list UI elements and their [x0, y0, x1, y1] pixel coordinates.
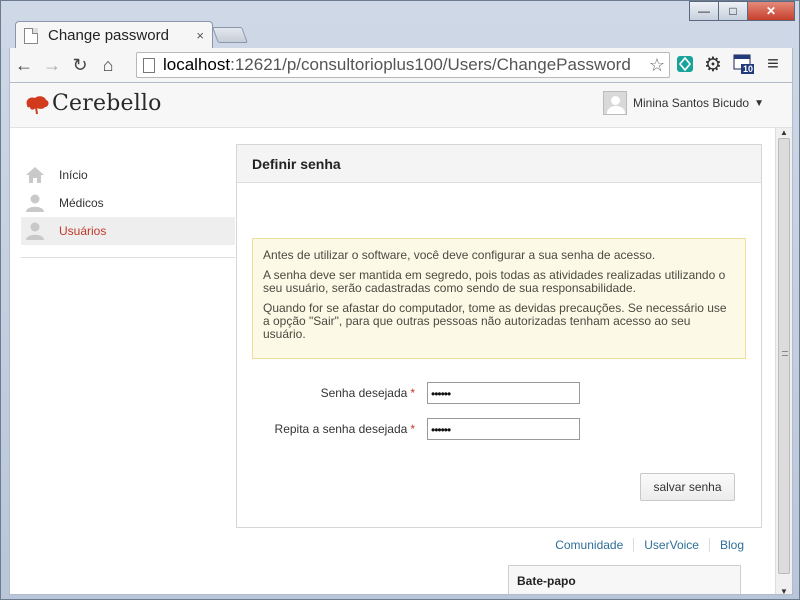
- brain-logo-icon: [24, 95, 50, 114]
- password-input[interactable]: ••••••: [427, 382, 580, 404]
- change-password-panel: Definir senha Antes de utilizar o softwa…: [236, 144, 762, 528]
- scroll-up-icon[interactable]: ▲: [780, 128, 788, 137]
- link-uservoice[interactable]: UserVoice: [633, 538, 709, 552]
- confirm-password-input[interactable]: ••••••: [427, 418, 580, 440]
- notice-paragraph: Antes de utilizar o software, você deve …: [263, 248, 656, 262]
- browser-window: Change password × — □ ✕ ← → ↻ ⌂ localhos…: [0, 0, 800, 600]
- maximize-button[interactable]: □: [718, 1, 748, 21]
- required-mark: *: [410, 422, 415, 436]
- url-path: :12621/p/consultorioplus100/Users/Change…: [230, 55, 631, 74]
- footer-links: Comunidade UserVoice Blog: [545, 538, 754, 552]
- home-icon: [25, 166, 45, 184]
- url-host: localhost: [163, 55, 231, 74]
- home-button[interactable]: ⌂: [94, 55, 122, 76]
- sidebar-item-medicos[interactable]: Médicos: [21, 189, 235, 217]
- extension-shield-icon[interactable]: [674, 53, 696, 75]
- password-label: Senha desejada *: [320, 386, 415, 400]
- chrome-menu-icon[interactable]: ≡: [762, 53, 784, 75]
- new-tab-button[interactable]: [212, 27, 248, 43]
- password-row: Senha desejada * ••••••: [237, 382, 763, 406]
- extension-badge-count: 10: [742, 64, 753, 74]
- sidebar-item-label: Usuários: [59, 224, 107, 238]
- sidebar-divider: [21, 257, 235, 258]
- calendar-extension-icon[interactable]: 10: [732, 53, 754, 75]
- back-button[interactable]: ←: [10, 55, 38, 76]
- minimize-button[interactable]: —: [689, 1, 719, 21]
- notice-paragraph: A senha deve ser mantida em segredo, poi…: [263, 268, 726, 295]
- settings-gear-icon[interactable]: ⚙: [702, 53, 724, 76]
- app-header: Cerebello Minina Santos Bicudo ▼: [10, 83, 792, 128]
- avatar: [603, 91, 628, 115]
- notice-paragraph: Quando for se afastar do computador, tom…: [263, 301, 727, 341]
- chevron-down-icon: ▼: [754, 97, 764, 109]
- user-icon: [25, 222, 45, 240]
- close-window-button[interactable]: ✕: [747, 1, 795, 21]
- browser-toolbar: ← → ↻ ⌂ localhost:12621/p/consultorioplu…: [9, 48, 793, 82]
- window-controls: — □ ✕: [689, 1, 795, 21]
- page-favicon-icon: [24, 27, 38, 44]
- reload-button[interactable]: ↻: [66, 55, 94, 76]
- confirm-password-row: Repita a senha desejada * ••••••: [237, 418, 763, 442]
- scroll-down-icon[interactable]: ▼: [780, 587, 788, 594]
- link-blog[interactable]: Blog: [708, 538, 754, 552]
- brand-name: Cerebello: [52, 91, 162, 116]
- user-name: Minina Santos Bicudo: [633, 96, 750, 110]
- panel-title: Definir senha: [237, 145, 761, 183]
- password-notice: Antes de utilizar o software, você deve …: [252, 238, 746, 359]
- sidebar: Início Médicos Usuários: [21, 161, 235, 258]
- tab-close-icon[interactable]: ×: [196, 28, 204, 43]
- sidebar-item-label: Início: [59, 168, 88, 182]
- sidebar-item-inicio[interactable]: Início: [21, 161, 235, 189]
- save-password-button[interactable]: salvar senha: [640, 473, 735, 501]
- user-menu[interactable]: Minina Santos Bicudo ▼: [603, 91, 764, 115]
- tab-title: Change password: [48, 27, 169, 44]
- scroll-grip: [782, 351, 788, 356]
- browser-tab[interactable]: Change password ×: [15, 21, 213, 49]
- forward-button[interactable]: →: [38, 55, 66, 76]
- cerebello-logo[interactable]: Cerebello: [24, 91, 162, 116]
- tab-strip: Change password × — □ ✕: [1, 1, 800, 49]
- address-bar[interactable]: localhost:12621/p/consultorioplus100/Use…: [136, 52, 670, 78]
- link-comunidade[interactable]: Comunidade: [545, 538, 633, 552]
- page-icon: [143, 57, 155, 73]
- sidebar-item-usuarios[interactable]: Usuários: [21, 217, 235, 245]
- sidebar-item-label: Médicos: [59, 196, 104, 210]
- chat-panel-header[interactable]: Bate-papo: [508, 565, 741, 594]
- user-icon: [25, 194, 45, 212]
- required-mark: *: [410, 386, 415, 400]
- bookmark-star-icon[interactable]: ☆: [649, 55, 665, 76]
- page-viewport: Cerebello Minina Santos Bicudo ▼ Início …: [9, 82, 793, 595]
- scrollbar-thumb[interactable]: [778, 138, 790, 574]
- page-scrollbar[interactable]: ▲ ▼: [775, 128, 792, 594]
- confirm-password-label: Repita a senha desejada *: [274, 422, 415, 436]
